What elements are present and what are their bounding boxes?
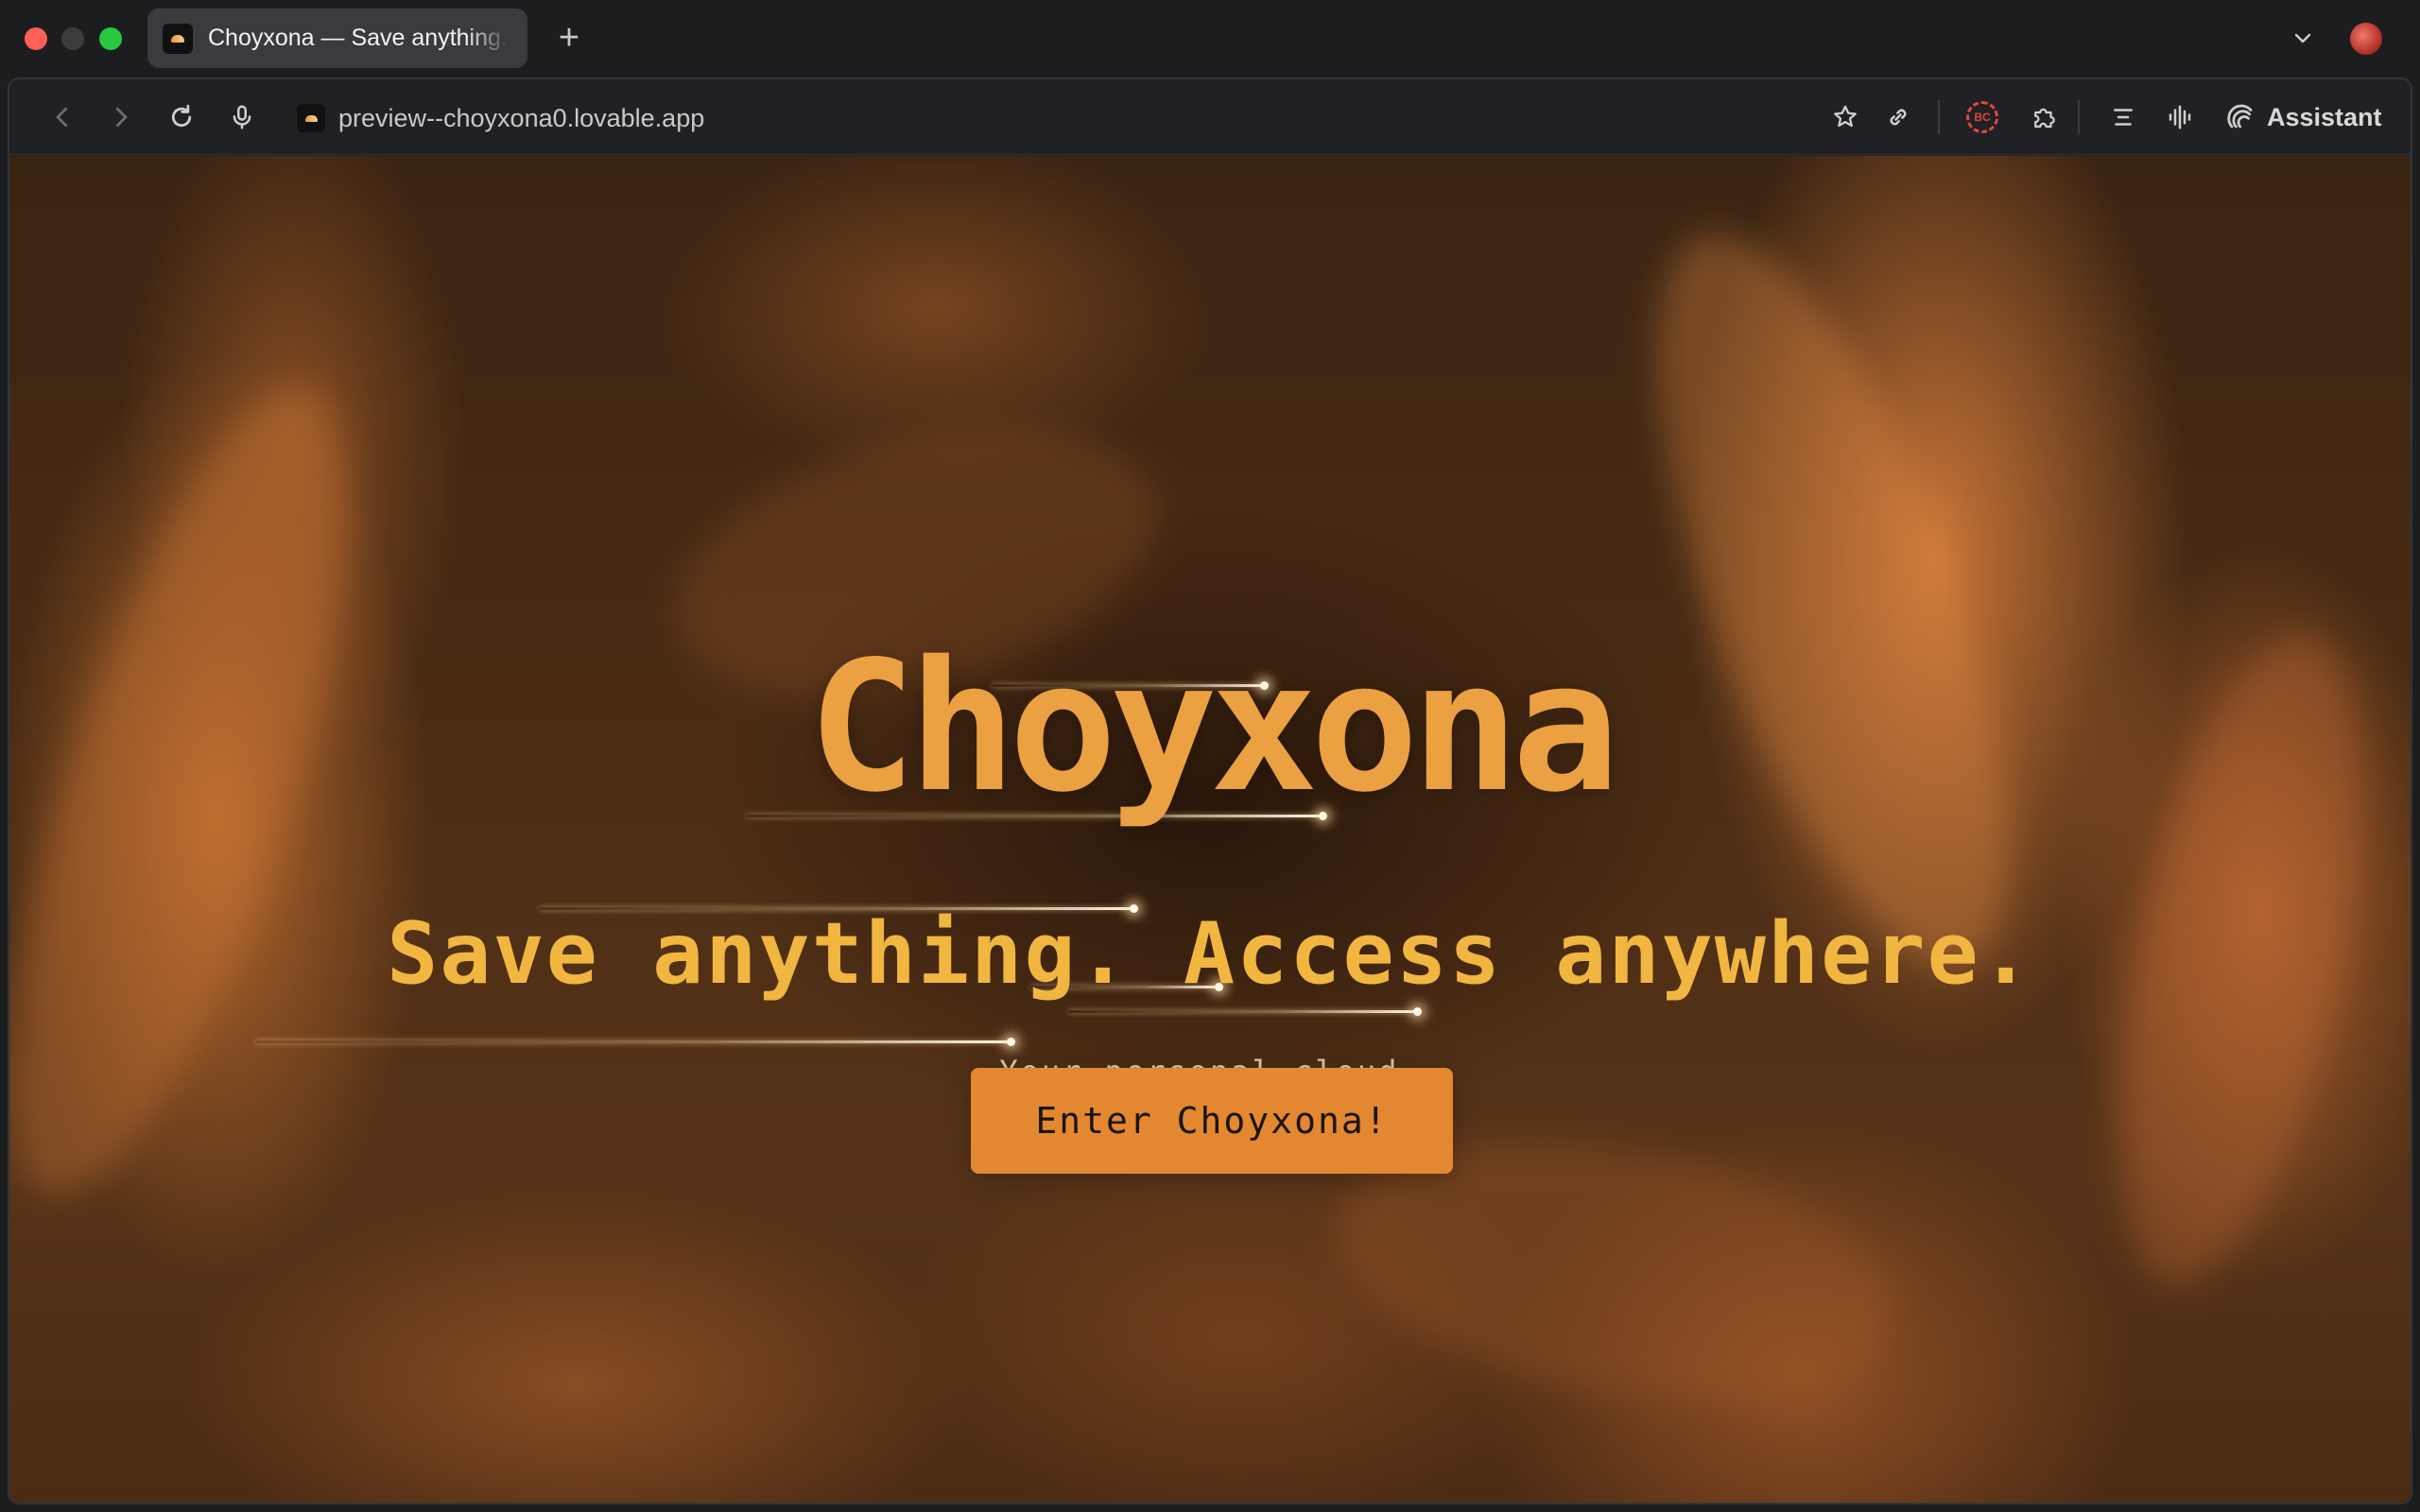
enter-button[interactable]: Enter Choyxona! bbox=[971, 1068, 1453, 1174]
waveform-icon bbox=[2169, 105, 2191, 129]
maximize-window-button[interactable] bbox=[99, 27, 122, 50]
address-bar[interactable]: preview--choyxona0.lovable.app bbox=[338, 102, 704, 134]
light-streak bbox=[1068, 1007, 1422, 1016]
chevron-right-icon bbox=[115, 107, 128, 128]
assistant-button[interactable]: Assistant bbox=[2227, 96, 2382, 138]
active-tab[interactable]: Choyxona — Save anything. Access anywher… bbox=[147, 9, 527, 68]
link-icon bbox=[1890, 109, 1907, 126]
voice-search-button[interactable] bbox=[223, 98, 261, 136]
microphone-icon bbox=[233, 105, 251, 129]
chevron-down-icon bbox=[2294, 33, 2311, 43]
forward-button[interactable] bbox=[102, 98, 140, 136]
chevron-left-icon bbox=[56, 107, 68, 128]
star-icon bbox=[1834, 105, 1857, 128]
tab-strip: Choyxona — Save anything. Access anywher… bbox=[0, 0, 2420, 77]
tab-search-button[interactable] bbox=[2288, 21, 2318, 55]
toolbar: preview--choyxona0.lovable.app BC Assist… bbox=[9, 79, 2411, 155]
extensions-button[interactable] bbox=[2025, 98, 2063, 136]
browser-window: Choyxona — Save anything. Access anywher… bbox=[0, 0, 2420, 1512]
extension-badge-label: BC bbox=[1974, 111, 1991, 124]
page-viewport: Choyxona Save anything. Access anywhere.… bbox=[9, 156, 2411, 1503]
puzzle-icon bbox=[2034, 108, 2055, 129]
assistant-label: Assistant bbox=[2267, 102, 2382, 131]
back-button[interactable] bbox=[43, 98, 81, 136]
extension-bc-button[interactable]: BC bbox=[1966, 101, 1998, 133]
hero-subtitle: Save anything. Access anywhere. bbox=[387, 904, 2033, 1004]
reload-button[interactable] bbox=[163, 98, 200, 136]
toolbar-divider bbox=[1938, 100, 1940, 134]
profile-avatar[interactable] bbox=[2350, 23, 2382, 55]
audio-button[interactable] bbox=[2161, 98, 2199, 136]
copy-link-button[interactable] bbox=[1879, 98, 1917, 136]
browser-frame: preview--choyxona0.lovable.app BC Assist… bbox=[8, 77, 2412, 1504]
hero-title: Choyxona bbox=[807, 623, 1619, 832]
light-streak bbox=[255, 1038, 1015, 1046]
url-favicon-icon bbox=[297, 104, 325, 132]
reading-list-icon bbox=[2114, 109, 2133, 126]
smoke-wisp bbox=[1585, 194, 2083, 1006]
reload-icon bbox=[171, 104, 192, 128]
close-window-button[interactable] bbox=[25, 27, 47, 50]
tab-title: Choyxona — Save anything. Access anywher… bbox=[208, 25, 510, 51]
minimize-window-button[interactable] bbox=[61, 27, 84, 50]
tab-favicon-icon bbox=[163, 23, 193, 54]
bookmark-button[interactable] bbox=[1826, 98, 1864, 136]
assistant-icon bbox=[2227, 104, 2253, 129]
toolbar-divider bbox=[2078, 100, 2080, 134]
reading-mode-button[interactable] bbox=[2104, 98, 2142, 136]
new-tab-button[interactable]: + bbox=[552, 19, 586, 57]
